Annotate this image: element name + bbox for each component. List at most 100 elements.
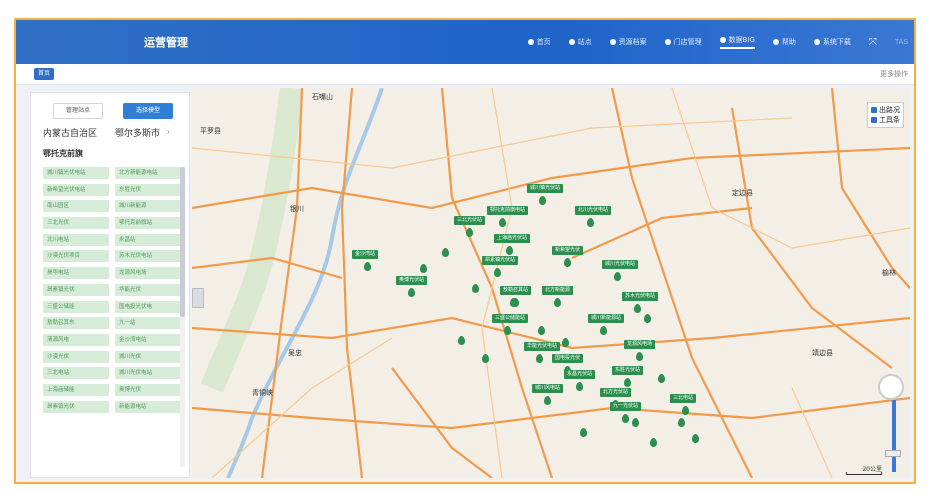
site-button[interactable]: 三北光伏 (43, 217, 109, 230)
station-marker-label[interactable]: 三盛公储能站 (492, 314, 529, 323)
station-marker-label[interactable]: 奥博光伏站 (396, 276, 428, 285)
site-button[interactable]: 新希望光伏电站 (43, 183, 109, 196)
site-button[interactable]: 上海庙储能 (43, 383, 109, 396)
tab-home[interactable]: 首页 (34, 68, 54, 80)
traffic-checkbox[interactable]: 出路况 (871, 105, 900, 115)
site-button[interactable]: 三北电站 (43, 367, 109, 380)
site-button[interactable]: 奥博光伏 (115, 383, 181, 396)
station-pin-icon[interactable] (622, 414, 629, 423)
nav-extra[interactable]: TAS (895, 39, 908, 46)
station-marker-label[interactable]: 北方光伏站 (600, 388, 632, 397)
station-marker-label[interactable]: 华能光伏电站 (524, 342, 561, 351)
station-pin-icon[interactable] (692, 434, 699, 443)
nav-download[interactable]: 系统下载 (813, 37, 851, 47)
station-marker-label[interactable]: 三北电站 (670, 394, 697, 403)
nav-store[interactable]: 门店管理 (664, 37, 702, 47)
station-marker-label[interactable]: 三北光伏站 (454, 216, 486, 225)
select-model-button[interactable]: 选择模型 (123, 103, 173, 119)
station-pin-icon[interactable] (562, 338, 569, 347)
station-pin-icon[interactable] (624, 378, 631, 387)
station-pin-icon[interactable] (564, 258, 571, 267)
zoom-slider-knob[interactable] (885, 450, 901, 457)
nav-station[interactable]: 站点 (568, 37, 592, 47)
station-pin-icon[interactable] (636, 352, 643, 361)
station-marker-label[interactable]: 东胜光伏站 (612, 366, 644, 375)
chevron-down-icon[interactable]: › (167, 127, 170, 136)
station-pin-icon[interactable] (506, 246, 513, 255)
station-pin-icon[interactable] (442, 248, 449, 257)
scrollbar[interactable] (180, 167, 185, 467)
station-pin-icon[interactable] (614, 272, 621, 281)
station-pin-icon[interactable] (576, 382, 583, 391)
scrollbar-thumb[interactable] (180, 167, 185, 317)
site-button[interactable]: 北川电站 (43, 233, 109, 246)
station-marker-label[interactable]: 龙源风电场 (624, 340, 656, 349)
station-pin-icon[interactable] (408, 288, 415, 297)
site-button[interactable]: 北方新能源电站 (115, 167, 181, 179)
station-marker-label[interactable]: 苏木光伏电站 (622, 292, 659, 301)
station-pin-icon[interactable] (580, 428, 587, 437)
site-button[interactable]: 新能源电站 (115, 400, 181, 413)
station-pin-icon[interactable] (482, 354, 489, 363)
station-marker-label[interactable]: 国电投光伏 (552, 354, 584, 363)
station-marker-label[interactable]: 新希望光伏 (552, 246, 584, 255)
fullscreen-icon[interactable]: ⤧ (869, 37, 877, 48)
zoom-slider[interactable] (892, 400, 896, 472)
station-pin-icon[interactable] (644, 314, 651, 323)
station-marker-label[interactable]: 城川风电站 (532, 384, 564, 393)
site-button[interactable]: 金沙湾电站 (115, 333, 181, 346)
station-pin-icon[interactable] (682, 406, 689, 415)
more-ops-button[interactable]: 更多操作 (880, 69, 908, 79)
nav-home[interactable]: 首页 (527, 37, 551, 47)
station-pin-icon[interactable] (499, 218, 506, 227)
station-marker-label[interactable]: 城川光伏电站 (602, 260, 639, 269)
site-button[interactable]: 国电投光伏电 (115, 300, 181, 313)
station-pin-icon[interactable] (650, 438, 657, 447)
station-pin-icon[interactable] (472, 284, 479, 293)
station-pin-icon[interactable] (364, 262, 371, 271)
map-pan-control[interactable] (878, 374, 904, 400)
station-marker-label[interactable]: 北川光伏电站 (575, 206, 612, 215)
station-pin-icon[interactable] (538, 326, 545, 335)
site-button[interactable]: 城川光伏 (115, 350, 181, 363)
station-pin-icon[interactable] (587, 218, 594, 227)
station-pin-icon[interactable] (466, 228, 473, 237)
site-button[interactable]: 东胜光伏 (115, 183, 181, 196)
site-button[interactable]: 华能光伏 (115, 283, 181, 296)
station-pin-icon[interactable] (678, 418, 685, 427)
station-pin-icon[interactable] (600, 326, 607, 335)
station-marker-label[interactable]: 城川镇光伏站 (527, 184, 564, 193)
site-button[interactable]: 南山园区 (43, 200, 109, 213)
manage-sites-button[interactable]: 管理站点 (53, 103, 103, 119)
station-marker-label[interactable]: 敖勒召其站 (500, 286, 532, 295)
station-marker-label[interactable]: 城川新能源站 (588, 314, 625, 323)
site-button[interactable]: 沙漠光伏项目 (43, 250, 109, 263)
station-pin-icon[interactable] (420, 264, 427, 273)
station-pin-icon[interactable] (494, 268, 501, 277)
panel-toggle-handle[interactable] (192, 288, 204, 308)
station-marker-label[interactable]: 永昌光伏站 (564, 370, 596, 379)
station-pin-icon[interactable] (544, 396, 551, 405)
nav-help[interactable]: 帮助 (772, 37, 796, 47)
nav-archive[interactable]: 资源档案 (609, 37, 647, 47)
site-button[interactable]: 城川新能源 (115, 200, 181, 213)
region-province[interactable]: 内蒙古自治区 (43, 126, 97, 139)
site-button[interactable]: 九一站 (115, 317, 181, 330)
station-pin-icon[interactable] (539, 196, 546, 205)
station-marker-label[interactable]: 上海庙光伏站 (494, 234, 531, 243)
station-pin-icon[interactable] (536, 354, 543, 363)
region-city[interactable]: 鄂尔多斯市 (115, 126, 160, 139)
station-pin-icon[interactable] (510, 298, 517, 307)
site-button[interactable]: 苏木光伏电站 (115, 250, 181, 263)
site-button[interactable]: 昂素镇光伏 (43, 283, 109, 296)
site-button[interactable]: 三盛公储能 (43, 300, 109, 313)
toolbar-checkbox[interactable]: 工具条 (871, 115, 900, 125)
map-view[interactable]: 石嘴山 平罗县 银川 榆林 定边县 青铜峡 吴忠 靖边县 城川镇光伏站 鄂托克前旗… (192, 88, 910, 478)
site-button[interactable]: 敖勒召其东 (43, 317, 109, 330)
station-pin-icon[interactable] (632, 418, 639, 427)
site-button[interactable]: 永昌站 (115, 233, 181, 246)
nav-data[interactable]: 数据BIG (719, 35, 755, 49)
site-button[interactable]: 城川镇光伏电站 (43, 167, 109, 179)
site-button[interactable]: 昊华电站 (43, 267, 109, 280)
site-button[interactable]: 城川光伏电站 (115, 367, 181, 380)
